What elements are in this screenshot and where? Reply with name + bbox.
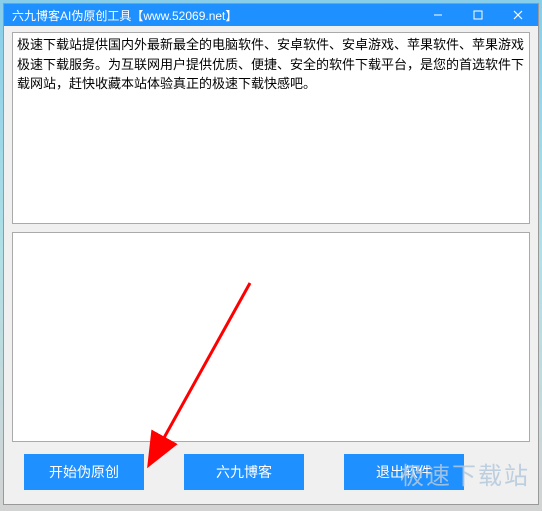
titlebar[interactable]: 六九博客AI伪原创工具【www.52069.net】 (4, 4, 538, 26)
blog-button[interactable]: 六九博客 (184, 454, 304, 490)
input-textarea[interactable] (12, 32, 530, 224)
content-area: 开始伪原创 六九博客 退出软件 (4, 26, 538, 504)
exit-button[interactable]: 退出软件 (344, 454, 464, 490)
start-button[interactable]: 开始伪原创 (24, 454, 144, 490)
minimize-button[interactable] (418, 4, 458, 26)
maximize-button[interactable] (458, 4, 498, 26)
button-row: 开始伪原创 六九博客 退出软件 (12, 450, 530, 496)
window-controls (418, 4, 538, 26)
close-button[interactable] (498, 4, 538, 26)
application-window: 六九博客AI伪原创工具【www.52069.net】 开始伪原创 六九博客 退出… (3, 3, 539, 505)
window-title: 六九博客AI伪原创工具【www.52069.net】 (12, 7, 418, 24)
output-textarea[interactable] (12, 232, 530, 442)
